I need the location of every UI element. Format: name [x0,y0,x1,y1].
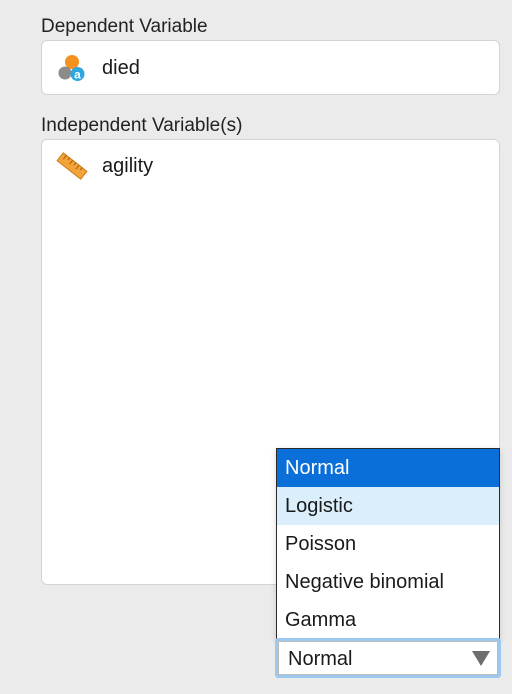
continuous-ruler-icon [56,152,88,180]
option-poisson[interactable]: Poisson [277,525,499,563]
distribution-select-value: Normal [288,648,353,670]
independent-variable-item[interactable]: agility [56,152,153,180]
option-logistic[interactable]: Logistic [277,487,499,525]
distribution-select[interactable]: Normal [275,638,501,678]
option-gamma[interactable]: Gamma [277,601,499,639]
option-normal[interactable]: Normal [277,449,499,487]
nominal-text-icon: a [56,54,88,82]
dependent-variable-box[interactable]: a died [41,40,500,95]
independent-variable-name: agility [102,154,154,177]
distribution-dropdown-list[interactable]: Normal Logistic Poisson Negative binomia… [276,448,500,640]
dependent-variable-name: died [102,56,140,79]
dependent-variable-item[interactable]: a died [56,54,140,82]
independent-variables-label: Independent Variable(s) [41,115,243,136]
svg-text:a: a [74,68,81,82]
dependent-variable-label: Dependent Variable [41,16,208,37]
option-negative-binomial[interactable]: Negative binomial [277,563,499,601]
chevron-down-icon[interactable] [472,651,490,666]
